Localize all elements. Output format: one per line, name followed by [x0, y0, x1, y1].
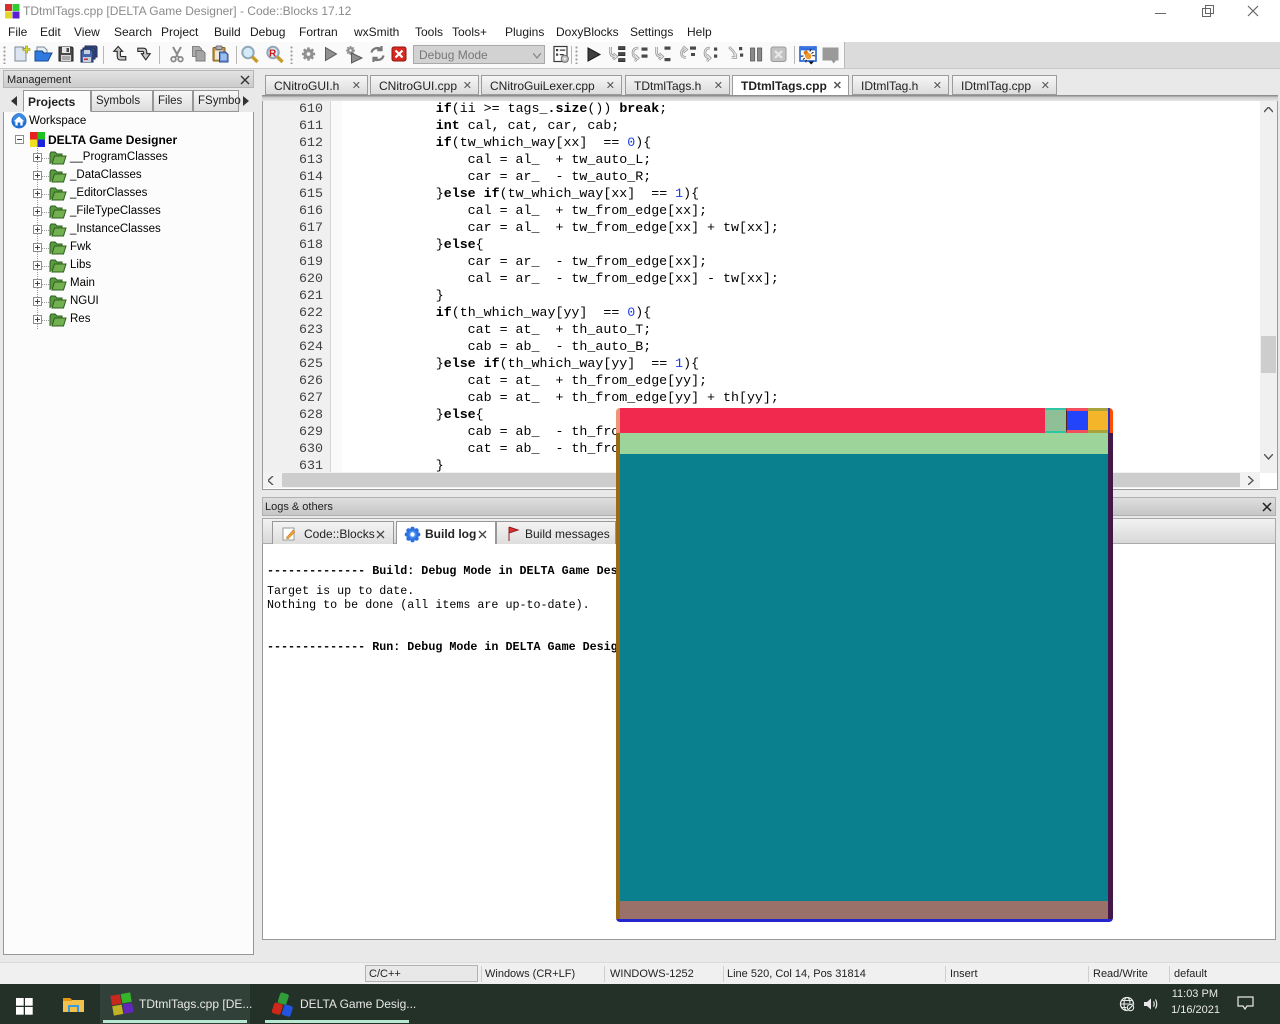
svg-text:R: R	[269, 49, 277, 60]
